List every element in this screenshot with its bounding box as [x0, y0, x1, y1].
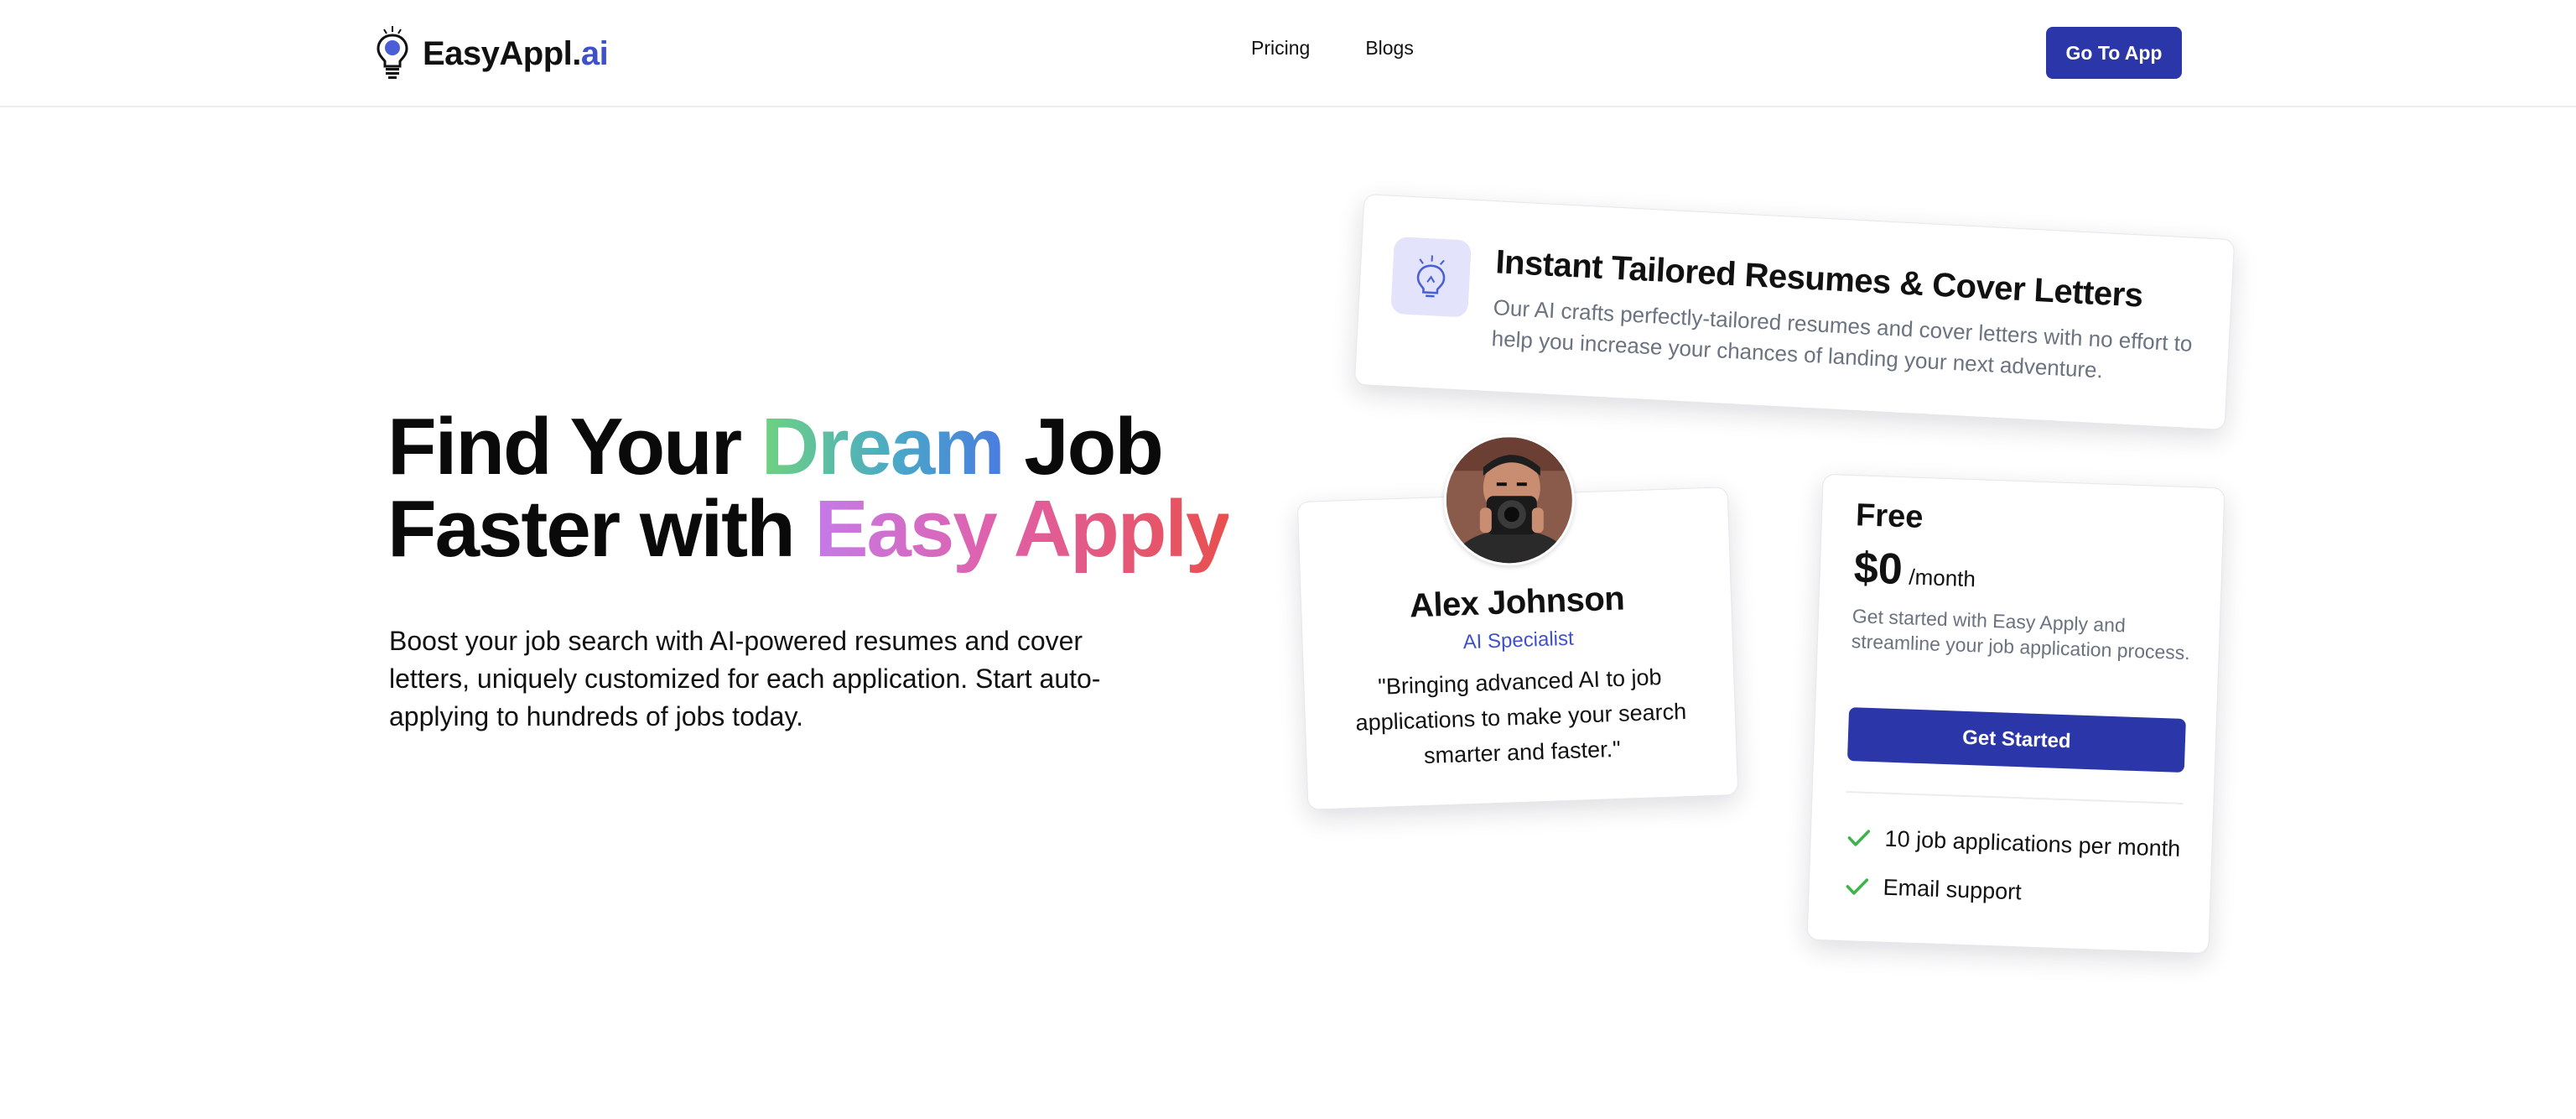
get-started-button[interactable]: Get Started [1846, 707, 2186, 773]
plan-price: $0 /month [1853, 543, 1976, 597]
profile-quote: "Bringing advanced AI to job application… [1355, 664, 1687, 768]
brand-name: EasyAppl.ai [423, 34, 609, 72]
price-amount: $0 [1852, 544, 1903, 595]
pricing-card: Free $0 /month Get started with Easy App… [1806, 473, 2225, 955]
check-icon [1847, 830, 1871, 846]
lightbulb-logo-icon [377, 26, 408, 79]
feature-label: 10 job applications per month [1884, 825, 2181, 861]
brand-logo[interactable]: EasyAppl.ai [374, 20, 609, 87]
profile-name: Alex Johnson [1409, 580, 1625, 625]
profile-role: AI Specialist [1462, 627, 1575, 654]
brand-accent: ai [580, 34, 609, 72]
check-icon [1846, 878, 1869, 895]
feature-label: Email support [1883, 874, 2023, 904]
plan-feature-list: 10 job applications per month Email supp… [1842, 813, 2182, 922]
highlight-dream: Dream [761, 402, 1005, 492]
plan-name: Free [1855, 497, 1924, 535]
avatar [1443, 435, 1575, 566]
plan-description: Get started with Easy Apply and streamli… [1851, 605, 2191, 664]
divider [1846, 790, 2184, 805]
highlight-easy-apply: Easy Apply [814, 484, 1230, 574]
lightbulb-icon [1390, 236, 1472, 318]
nav-link-blogs[interactable]: Blogs [1365, 37, 1414, 60]
main-nav: Pricing Blogs [1251, 37, 1414, 60]
nav-link-pricing[interactable]: Pricing [1251, 37, 1310, 60]
profile-card: Alex Johnson AI Specialist "Bringing adv… [1296, 435, 1739, 810]
hero-title: Find Your Dream Job Faster with Easy Appl… [387, 402, 1230, 574]
price-period: /month [1908, 564, 1976, 592]
hero-subtitle: Boost your job search with AI-powered re… [389, 626, 1101, 731]
feature-card: Instant Tailored Resumes & Cover Letters… [1353, 193, 2236, 431]
go-to-app-button[interactable]: Go To App [2046, 27, 2182, 79]
site-header: EasyAppl.ai Pricing Blogs Go To App [0, 0, 2576, 107]
